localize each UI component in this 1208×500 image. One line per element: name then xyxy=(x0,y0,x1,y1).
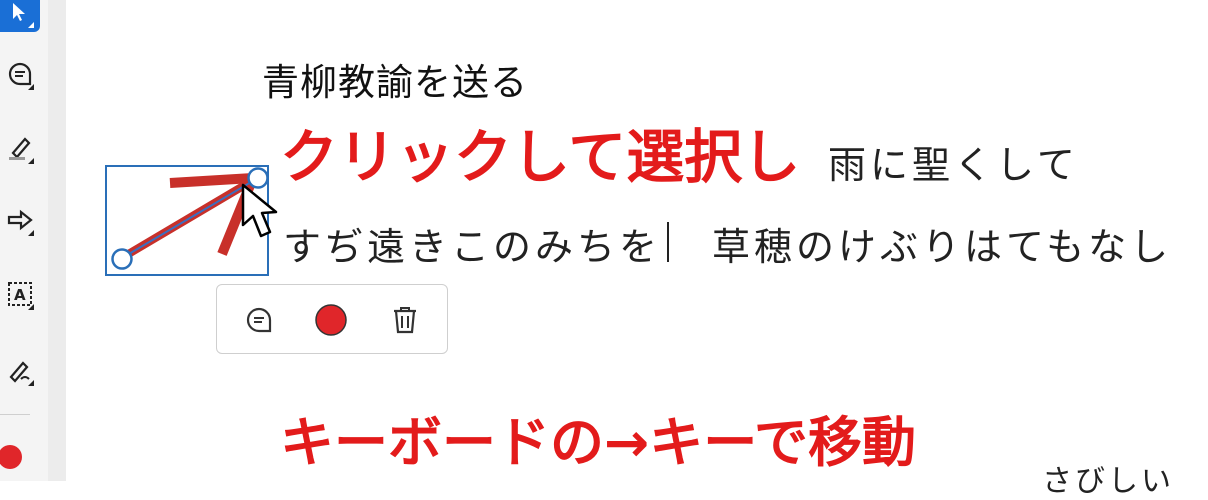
trash-icon xyxy=(394,307,416,334)
poem-line-1-fragment: 雨に聖くして xyxy=(828,143,1079,187)
end-handle[interactable] xyxy=(247,167,269,189)
arrow-head-left xyxy=(169,173,254,188)
poem-line-bottom-fragment: さびしい xyxy=(1042,464,1174,499)
caption-keyboard-move: キーボードの→キーで移動 xyxy=(280,411,917,474)
mouse-cursor-icon xyxy=(241,183,278,238)
poem-line-2-right: 草穂のけぶりはてもなし xyxy=(712,225,1173,269)
annotation-popup-toolbar xyxy=(216,284,448,354)
document-title: 青柳教諭を送る xyxy=(262,61,528,104)
text-caret xyxy=(667,222,669,262)
popup-comment-button[interactable] xyxy=(241,302,277,338)
current-color-swatch[interactable] xyxy=(0,445,22,469)
signature-tool-button[interactable] xyxy=(0,350,40,390)
popup-delete-button[interactable] xyxy=(387,302,423,338)
color-swatch-icon xyxy=(315,304,347,336)
arrow-annotation[interactable] xyxy=(0,0,300,300)
start-handle[interactable] xyxy=(111,248,133,270)
poem-line-2-left: すぢ遠きこのみちを xyxy=(283,225,662,269)
caption-click-to-select: クリックして選択し xyxy=(280,123,801,191)
popup-color-button[interactable] xyxy=(313,302,349,338)
toolbar-divider xyxy=(0,414,30,415)
comment-icon xyxy=(246,307,272,333)
